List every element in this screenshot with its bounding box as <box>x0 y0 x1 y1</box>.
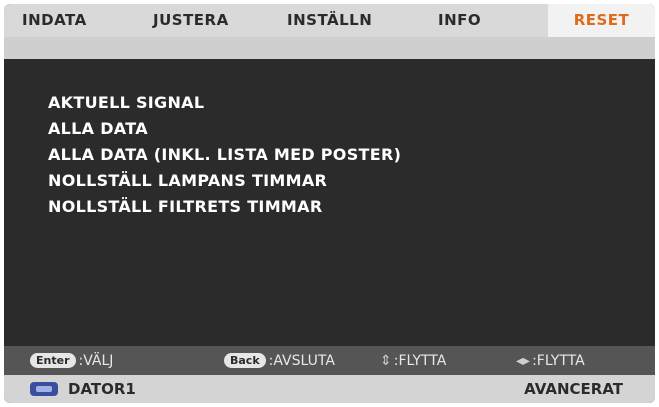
back-key-icon: Back <box>224 353 266 368</box>
left-right-arrows-icon: ◂▸ <box>516 352 531 369</box>
hint-back-label: :AVSLUTA <box>268 352 335 369</box>
projector-menu-window: INDATA JUSTERA INSTÄLLN INFO RESET AKTUE… <box>4 4 655 403</box>
key-hint-bar: Enter :VÄLJ Back :AVSLUTA ⇕ :FLYTTA ◂▸ :… <box>4 346 655 375</box>
menu-item-current-signal[interactable]: AKTUELL SIGNAL <box>48 90 401 116</box>
hint-move-vertical: ⇕ :FLYTTA <box>380 346 446 375</box>
menu-mode-label: AVANCERAT <box>524 380 623 398</box>
hint-move-vertical-label: :FLYTTA <box>393 352 447 369</box>
tab-info[interactable]: INFO <box>438 4 481 37</box>
hint-move-horizontal: ◂▸ :FLYTTA <box>516 346 585 375</box>
hint-select-label: :VÄLJ <box>78 352 114 369</box>
reset-menu-list: AKTUELL SIGNAL ALLA DATA ALLA DATA (INKL… <box>48 90 401 220</box>
enter-key-icon: Enter <box>30 353 76 368</box>
tab-indata[interactable]: INDATA <box>22 4 87 37</box>
tab-installn[interactable]: INSTÄLLN <box>287 4 372 37</box>
menu-item-all-data[interactable]: ALLA DATA <box>48 116 401 142</box>
input-source-label: DATOR1 <box>68 380 136 398</box>
computer-input-icon <box>30 382 58 396</box>
tab-bar: INDATA JUSTERA INSTÄLLN INFO RESET <box>4 4 655 37</box>
tab-justera[interactable]: JUSTERA <box>153 4 229 37</box>
hint-back: Back :AVSLUTA <box>224 346 335 375</box>
status-bar: DATOR1 AVANCERAT <box>4 375 655 403</box>
submenu-bar <box>4 37 655 59</box>
hint-select: Enter :VÄLJ <box>30 346 113 375</box>
menu-item-reset-filter-hours[interactable]: NOLLSTÄLL FILTRETS TIMMAR <box>48 194 401 220</box>
menu-item-all-data-incl-list[interactable]: ALLA DATA (INKL. LISTA MED POSTER) <box>48 142 401 168</box>
up-down-arrows-icon: ⇕ <box>380 352 392 369</box>
tab-reset[interactable]: RESET <box>548 4 655 37</box>
menu-item-reset-lamp-hours[interactable]: NOLLSTÄLL LAMPANS TIMMAR <box>48 168 401 194</box>
hint-move-horizontal-label: :FLYTTA <box>532 352 585 369</box>
